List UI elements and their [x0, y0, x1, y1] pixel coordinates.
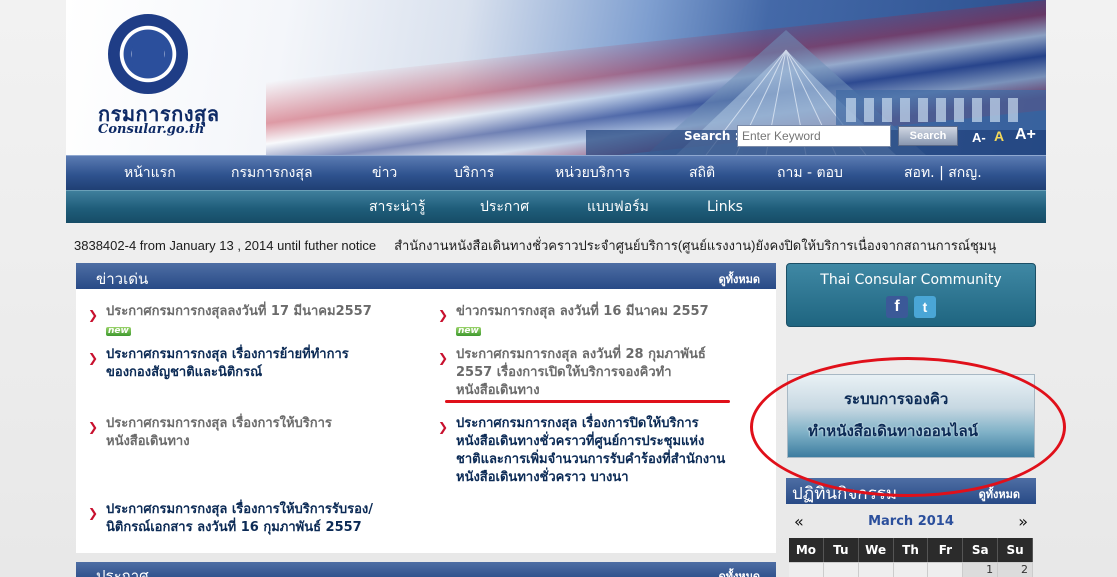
calendar-week-row: 1 2	[789, 562, 1034, 577]
announcements-header: ประกาศ ดูทั้งหมด	[76, 562, 776, 577]
news-item-title-line[interactable]: ชาติและการเพิ่มจำนวนการรับคำร้องที่สำนัก…	[456, 451, 725, 469]
nav-news[interactable]: ข่าว	[372, 156, 397, 191]
weekday-label: Su	[998, 538, 1034, 562]
news-item-title[interactable]: ประกาศกรมการกงสุลลงวันที่ 17 มีนาคม2557	[106, 303, 372, 321]
weekday-label: Th	[894, 538, 929, 562]
news-item-title-line[interactable]: ประกาศกรมการกงสุล เรื่องการให้บริการ	[106, 415, 332, 433]
nav-department[interactable]: กรมการกงสุล	[231, 156, 313, 191]
red-arrow-icon: ❯	[88, 351, 99, 365]
search-input[interactable]	[737, 125, 891, 147]
news-item-title-line[interactable]: หนังสือเดินทาง	[456, 382, 706, 400]
calendar-next-button[interactable]: »	[1018, 512, 1028, 531]
calendar-day[interactable]: 1	[963, 562, 999, 577]
font-size-increase-button[interactable]: A+	[1015, 126, 1036, 144]
online-queue-booking-banner[interactable]: ระบบการจองคิว ทำหนังสือเดินทางออนไลน์	[787, 374, 1035, 458]
ticker-text-2: สำนักงานหนังสือเดินทางชั่วคราวประจำศูนย์…	[394, 238, 997, 253]
news-item-title[interactable]: ข่าวกรมการกงสุล ลงวันที่ 16 มีนาคม 2557	[456, 303, 709, 321]
news-item-title-line[interactable]: นิติกรณ์เอกสาร ลงวันที่ 16 กุมภาพันธ์ 25…	[106, 519, 373, 537]
weekday-label: Mo	[789, 538, 824, 562]
news-item-title-line[interactable]: ประกาศกรมการกงสุล เรื่องการปิดให้บริการ	[456, 415, 725, 433]
secondary-nav: สาระน่ารู้ ประกาศ แบบฟอร์ม Links	[66, 190, 1046, 223]
news-item-title-line[interactable]: ประกาศกรมการกงสุล เรื่องการให้บริการรับร…	[106, 501, 373, 519]
calendar-day-empty	[858, 562, 894, 577]
news-item[interactable]: ❯ ประกาศกรมการกงสุล เรื่องการให้บริการรั…	[88, 501, 373, 537]
calendar-grid: Mo Tu We Th Fr Sa Su 1 2	[789, 538, 1034, 577]
nav-home[interactable]: หน้าแรก	[124, 156, 176, 191]
news-item[interactable]: ❯ ประกาศกรมการกงสุล ลงวันที่ 28 กุมภาพัน…	[438, 346, 706, 400]
nav-announcements[interactable]: ประกาศ	[480, 191, 529, 224]
search-button[interactable]: Search	[898, 126, 958, 146]
news-ticker[interactable]: 3838402-4 from January 13 , 2014 until f…	[74, 235, 1036, 255]
weekday-label: Fr	[928, 538, 964, 562]
header-banner: กรมการกงสุล Consular.go.th Search : Sear…	[66, 0, 1046, 155]
queue-banner-line2: ทำหนังสือเดินทางออนไลน์	[808, 422, 978, 440]
calendar-day-empty	[823, 562, 859, 577]
red-annotation-underline	[445, 400, 730, 403]
nav-faq[interactable]: ถาม - ตอบ	[777, 156, 843, 191]
community-title: Thai Consular Community	[820, 272, 1002, 288]
consular-seal-logo[interactable]	[108, 14, 188, 94]
red-arrow-icon: ❯	[88, 506, 99, 520]
featured-news-title: ข่าวเด่น	[96, 270, 149, 288]
page: กรมการกงสุล Consular.go.th Search : Sear…	[0, 0, 1117, 577]
primary-nav: หน้าแรก กรมการกงสุล ข่าว บริการ หน่วยบริ…	[66, 155, 1046, 190]
calendar-month-label: March 2014	[868, 514, 954, 529]
font-size-normal-button[interactable]: A	[994, 128, 1004, 144]
nav-forms[interactable]: แบบฟอร์ม	[587, 191, 649, 224]
calendar-header: ปฏิทินกิจกรรม ดูทั้งหมด	[786, 478, 1036, 504]
news-item-title-line[interactable]: หนังสือเดินทางชั่วคราว บางนา	[456, 469, 725, 487]
red-arrow-icon: ❯	[438, 308, 449, 322]
weekday-label: We	[859, 538, 894, 562]
calendar-day-empty	[789, 562, 824, 577]
news-item-title-line[interactable]: ประกาศกรมการกงสุล ลงวันที่ 28 กุมภาพันธ์	[456, 346, 706, 364]
news-item[interactable]: ❯ ประกาศกรมการกงสุล เรื่องการปิดให้บริกา…	[438, 415, 725, 487]
weekday-label: Tu	[824, 538, 859, 562]
nav-service-units[interactable]: หน่วยบริการ	[555, 156, 630, 191]
nav-services[interactable]: บริการ	[454, 156, 494, 191]
calendar-day-empty	[893, 562, 929, 577]
announcements-see-all-link[interactable]: ดูทั้งหมด	[719, 567, 760, 577]
logo-english-text[interactable]: Consular.go.th	[98, 122, 204, 137]
search-label: Search :	[684, 129, 740, 143]
news-item-title-line[interactable]: หนังสือเดินทาง	[106, 433, 332, 451]
red-arrow-icon: ❯	[438, 351, 449, 365]
ticker-text-1: 3838402-4 from January 13 , 2014 until f…	[74, 238, 377, 253]
calendar-day-empty	[928, 562, 964, 577]
news-item[interactable]: ❯ ประกาศกรมการกงสุลลงวันที่ 17 มีนาคม255…	[88, 303, 372, 339]
news-item-title-line[interactable]: ประกาศกรมการกงสุล เรื่องการย้ายที่ทำการ	[106, 346, 349, 364]
weekday-label: Sa	[963, 538, 999, 562]
news-item-title-line[interactable]: ของกองสัญชาติและนิติกรณ์	[106, 364, 349, 382]
nav-statistics[interactable]: สถิติ	[689, 156, 715, 191]
featured-news-header: ข่าวเด่น ดูทั้งหมด	[76, 263, 776, 289]
font-size-decrease-button[interactable]: A-	[972, 130, 986, 145]
new-badge: new	[456, 326, 481, 336]
facebook-icon[interactable]: f	[886, 296, 908, 318]
announcements-title: ประกาศ	[96, 567, 149, 577]
nav-links[interactable]: Links	[707, 191, 743, 224]
news-item[interactable]: ❯ ข่าวกรมการกงสุล ลงวันที่ 16 มีนาคม 255…	[438, 303, 709, 339]
nav-embassies[interactable]: สอท. | สกญ.	[904, 156, 982, 191]
news-item-title-line[interactable]: 2557 เรื่องการเปิดให้บริการจองคิวทำ	[456, 364, 706, 382]
news-item[interactable]: ❯ ประกาศกรมการกงสุล เรื่องการให้บริการ ห…	[88, 415, 332, 451]
red-arrow-icon: ❯	[88, 308, 99, 322]
red-arrow-icon: ❯	[88, 420, 99, 434]
calendar-title: ปฏิทินกิจกรรม	[792, 484, 898, 504]
news-item[interactable]: ❯ ประกาศกรมการกงสุล เรื่องการย้ายที่ทำกา…	[88, 346, 349, 382]
calendar-weekday-row: Mo Tu We Th Fr Sa Su	[789, 538, 1034, 562]
twitter-icon[interactable]: t	[914, 296, 936, 318]
calendar-month-bar: « March 2014 »	[786, 512, 1036, 534]
calendar-day[interactable]: 2	[998, 562, 1034, 577]
nav-knowledge[interactable]: สาระน่ารู้	[369, 191, 425, 224]
community-box: Thai Consular Community f t	[786, 263, 1036, 327]
queue-banner-line1: ระบบการจองคิว	[844, 390, 949, 408]
red-arrow-icon: ❯	[438, 420, 449, 434]
new-badge: new	[106, 326, 131, 336]
featured-news-see-all-link[interactable]: ดูทั้งหมด	[719, 270, 760, 288]
featured-news-panel: ข่าวเด่น ดูทั้งหมด ❯ ประกาศกรมการกงสุลลง…	[76, 263, 776, 553]
calendar-see-all-link[interactable]: ดูทั้งหมด	[979, 485, 1020, 503]
news-item-title-line[interactable]: หนังสือเดินทางชั่วคราวที่ศูนย์การประชุมแ…	[456, 433, 725, 451]
